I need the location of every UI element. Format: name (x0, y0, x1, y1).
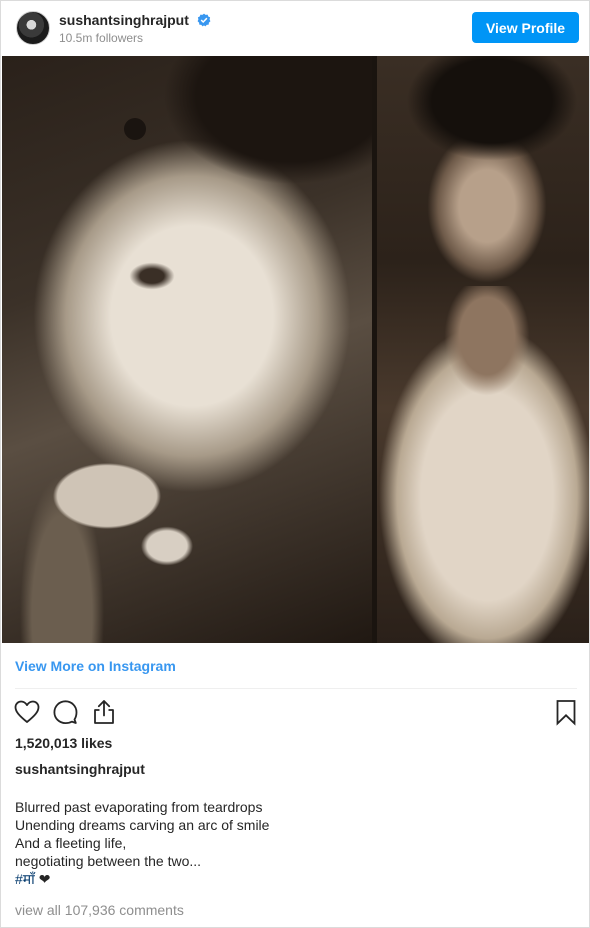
view-profile-button[interactable]: View Profile (472, 12, 579, 43)
follower-count: 10.5m followers (59, 31, 144, 45)
caption-line: Unending dreams carving an arc of smile (15, 817, 270, 833)
caption-username[interactable]: sushantsinghrajput (15, 761, 145, 777)
divider (15, 688, 577, 689)
view-comments-link[interactable]: view all 107,936 comments (15, 902, 184, 918)
bookmark-icon[interactable] (552, 698, 580, 726)
photo-right-neck (442, 286, 532, 406)
verified-badge-icon (197, 13, 211, 27)
post-header: sushantsinghrajput 10.5m followers View … (1, 1, 589, 56)
comment-icon[interactable] (51, 698, 79, 726)
username[interactable]: sushantsinghrajput (59, 12, 189, 28)
username-row[interactable]: sushantsinghrajput (59, 12, 211, 28)
photo-left-portrait (2, 56, 372, 643)
caption-line: negotiating between the two... (15, 853, 202, 869)
photo-right-hair (397, 56, 587, 176)
photo-left-eye (117, 256, 187, 296)
heart-icon[interactable] (13, 698, 41, 726)
hashtag-link[interactable]: #माँ (15, 871, 35, 887)
photo-left-hair (142, 56, 372, 226)
caption: Blurred past evaporating from teardrops … (15, 798, 575, 888)
share-icon[interactable] (90, 698, 118, 726)
instagram-embed-card: sushantsinghrajput 10.5m followers View … (0, 0, 590, 928)
photo-right-portrait (377, 56, 589, 643)
view-more-link[interactable]: View More on Instagram (15, 658, 176, 674)
like-count[interactable]: 1,520,013 likes (15, 735, 112, 751)
avatar[interactable] (16, 11, 50, 45)
heart-emoji: ❤ (38, 871, 51, 887)
caption-line: Blurred past evaporating from teardrops (15, 799, 263, 815)
caption-line: And a fleeting life, (15, 835, 127, 851)
caption-hashtag-line: #माँ ❤ (15, 870, 575, 888)
post-image[interactable] (2, 56, 589, 643)
photo-left-bindi (124, 118, 146, 140)
